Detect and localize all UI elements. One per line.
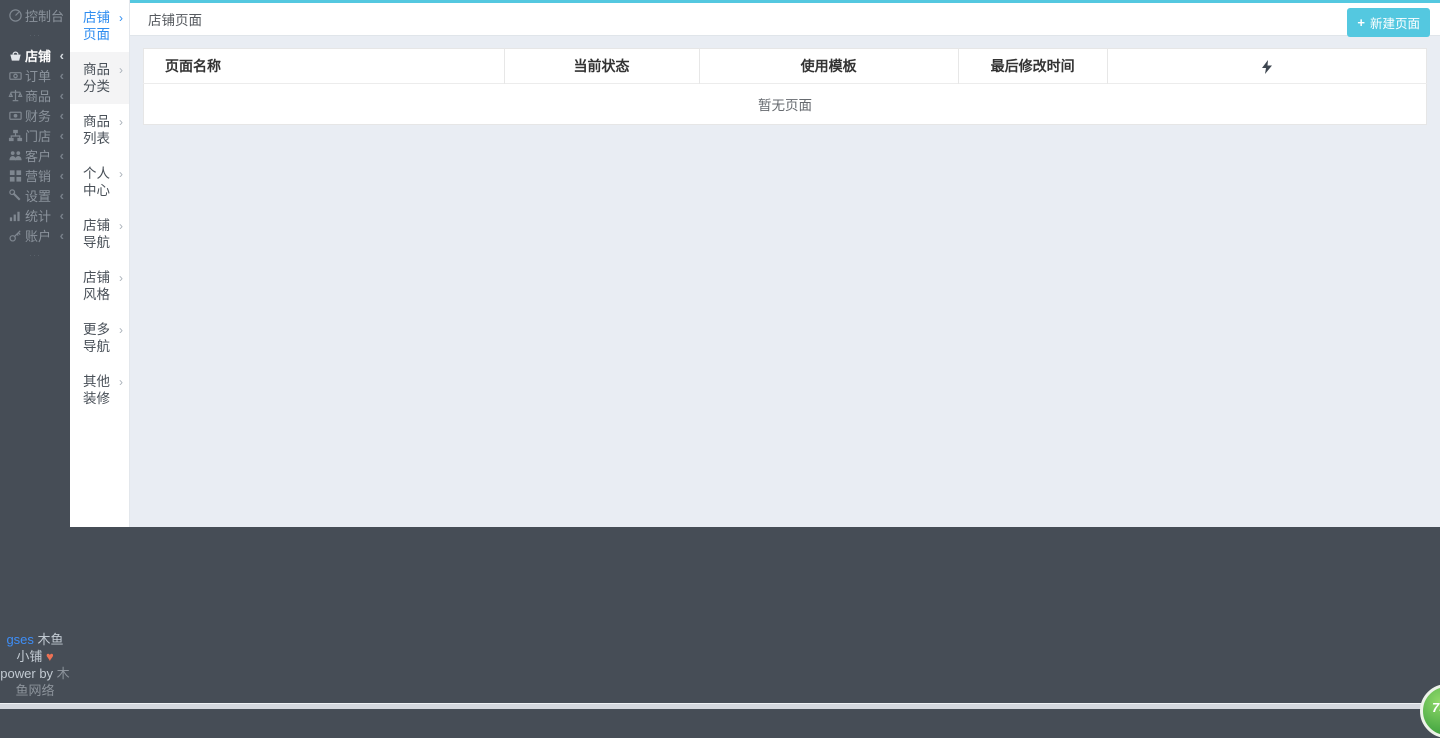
sidebar-item-label: 控制台 [25, 8, 65, 24]
submenu-item-label: 更多导航 [83, 322, 110, 354]
bill-icon [7, 107, 23, 123]
sidebar-item-marketing[interactable]: 营销 ‹ [0, 165, 70, 185]
table-header-row: 页面名称 当前状态 使用模板 最后修改时间 [144, 48, 1427, 84]
grid-icon [7, 167, 23, 183]
key-icon [7, 227, 23, 243]
submenu-item-product-categories[interactable]: 商品分类 › [70, 52, 129, 104]
column-header-modified: 最后修改时间 [957, 48, 1107, 84]
main-content: 店铺页面 + 新建页面 页面名称 当前状态 使用模板 最后修改时间 暂无页面 [130, 0, 1440, 527]
sidebar-item-console[interactable]: 控制台 [0, 5, 70, 25]
chevron-left-icon: ‹ [59, 107, 64, 123]
submenu-item-shop-pages[interactable]: 店铺页面 › [70, 0, 129, 52]
submenu-item-shop-style[interactable]: 店铺风格 › [70, 260, 129, 312]
sidebar-item-account[interactable]: 账户 ‹ [0, 225, 70, 245]
column-header-page-name: 页面名称 [165, 58, 221, 74]
submenu-item-label: 其他装修 [83, 374, 110, 406]
chevron-right-icon: › [119, 375, 123, 389]
heart-icon: ♥ [45, 649, 54, 664]
chevron-left-icon: ‹ [59, 167, 64, 183]
content-header: 店铺页面 + 新建页面 [130, 3, 1440, 37]
sidebar-item-label: 设置 [25, 188, 52, 204]
sidebar-item-label: 统计 [25, 208, 52, 224]
sidebar-item-label: 店铺 [25, 48, 52, 64]
bottom-strip [0, 703, 1440, 709]
submenu-item-label: 店铺页面 [83, 10, 110, 42]
new-page-button-label: 新建页面 [1369, 17, 1420, 31]
chevron-right-icon: › [119, 115, 123, 129]
chevron-right-icon: › [119, 11, 123, 25]
chevron-left-icon: ‹ [59, 227, 64, 243]
submenu-item-shop-nav[interactable]: 店铺导航 › [70, 208, 129, 260]
basket-icon [7, 47, 23, 63]
chevron-left-icon: ‹ [59, 207, 64, 223]
column-header-template: 使用模板 [698, 48, 959, 84]
chevron-right-icon: › [119, 167, 123, 181]
sidebar-item-settings[interactable]: 设置 ‹ [0, 185, 70, 205]
page-title: 店铺页面 [148, 13, 202, 28]
main-sidebar: 控制台 ··· 店铺 ‹ 订单 ‹ 商品 ‹ 财务 ‹ 门店 ‹ 客户 ‹ 营销… [0, 0, 70, 709]
footer-credit-text: power by [0, 666, 54, 681]
sidebar-item-finance[interactable]: 财务 ‹ [0, 105, 70, 125]
site-score-value: 75 [1432, 700, 1440, 715]
submenu-item-personal-center[interactable]: 个人中心 › [70, 156, 129, 208]
sidebar-item-label: 门店 [25, 128, 52, 144]
money-icon [7, 67, 23, 83]
submenu-item-product-list[interactable]: 商品列表 › [70, 104, 129, 156]
sidebar-item-label: 商品 [25, 88, 52, 104]
dashboard-icon [7, 7, 23, 23]
submenu-item-label: 个人中心 [83, 166, 110, 198]
bar-chart-icon [7, 207, 23, 223]
sidebar-item-stores[interactable]: 门店 ‹ [0, 125, 70, 145]
sub-sidebar: 店铺页面 › 商品分类 › 商品列表 › 个人中心 › 店铺导航 › 店铺风格 … [70, 0, 130, 527]
chevron-right-icon: › [119, 63, 123, 77]
sidebar-separator: ··· [29, 30, 41, 40]
sitemap-icon [7, 127, 23, 143]
empty-state-text: 暂无页面 [143, 83, 1427, 125]
footer-credit: gses 木鱼小铺 ♥ power by 木鱼网络 [0, 631, 70, 699]
sidebar-item-label: 账户 [25, 228, 52, 244]
chevron-right-icon: › [119, 323, 123, 337]
chevron-right-icon: › [119, 219, 123, 233]
column-header-actions [1106, 48, 1427, 84]
chevron-left-icon: ‹ [59, 187, 64, 203]
sidebar-item-label: 客户 [25, 148, 52, 164]
chevron-right-icon: › [119, 271, 123, 285]
table-empty-row: 暂无页面 [143, 83, 1427, 125]
plus-icon: + [1357, 15, 1365, 30]
chevron-left-icon: ‹ [59, 67, 64, 83]
new-page-button[interactable]: + 新建页面 [1347, 8, 1430, 37]
submenu-item-label: 店铺风格 [83, 270, 110, 302]
sidebar-item-shop[interactable]: 店铺 ‹ [0, 45, 70, 65]
column-header-status: 当前状态 [503, 48, 700, 84]
submenu-item-label: 店铺导航 [83, 218, 110, 250]
chevron-left-icon: ‹ [59, 47, 64, 63]
sidebar-separator: ··· [29, 250, 41, 260]
sidebar-item-products[interactable]: 商品 ‹ [0, 85, 70, 105]
site-score-badge[interactable]: 75 [1420, 684, 1440, 738]
chevron-left-icon: ‹ [59, 147, 64, 163]
submenu-item-other-decor[interactable]: 其他装修 › [70, 364, 129, 416]
sidebar-item-orders[interactable]: 订单 ‹ [0, 65, 70, 85]
users-icon [7, 147, 23, 163]
sidebar-item-label: 订单 [25, 68, 52, 84]
pages-panel: 页面名称 当前状态 使用模板 最后修改时间 暂无页面 [143, 48, 1427, 125]
submenu-item-label: 商品列表 [83, 114, 110, 146]
lightning-bolt-icon [1261, 58, 1272, 75]
scale-icon [7, 87, 23, 103]
sidebar-item-label: 营销 [25, 168, 52, 184]
footer-link-gses[interactable]: gses [6, 632, 33, 647]
wrench-icon [7, 187, 23, 203]
chevron-left-icon: ‹ [59, 87, 64, 103]
sidebar-item-customers[interactable]: 客户 ‹ [0, 145, 70, 165]
sidebar-item-label: 财务 [25, 108, 52, 124]
chevron-left-icon: ‹ [59, 127, 64, 143]
pages-table: 页面名称 当前状态 使用模板 最后修改时间 暂无页面 [143, 48, 1427, 125]
submenu-item-label: 商品分类 [83, 62, 110, 94]
sidebar-item-statistics[interactable]: 统计 ‹ [0, 205, 70, 225]
submenu-item-more-nav[interactable]: 更多导航 › [70, 312, 129, 364]
